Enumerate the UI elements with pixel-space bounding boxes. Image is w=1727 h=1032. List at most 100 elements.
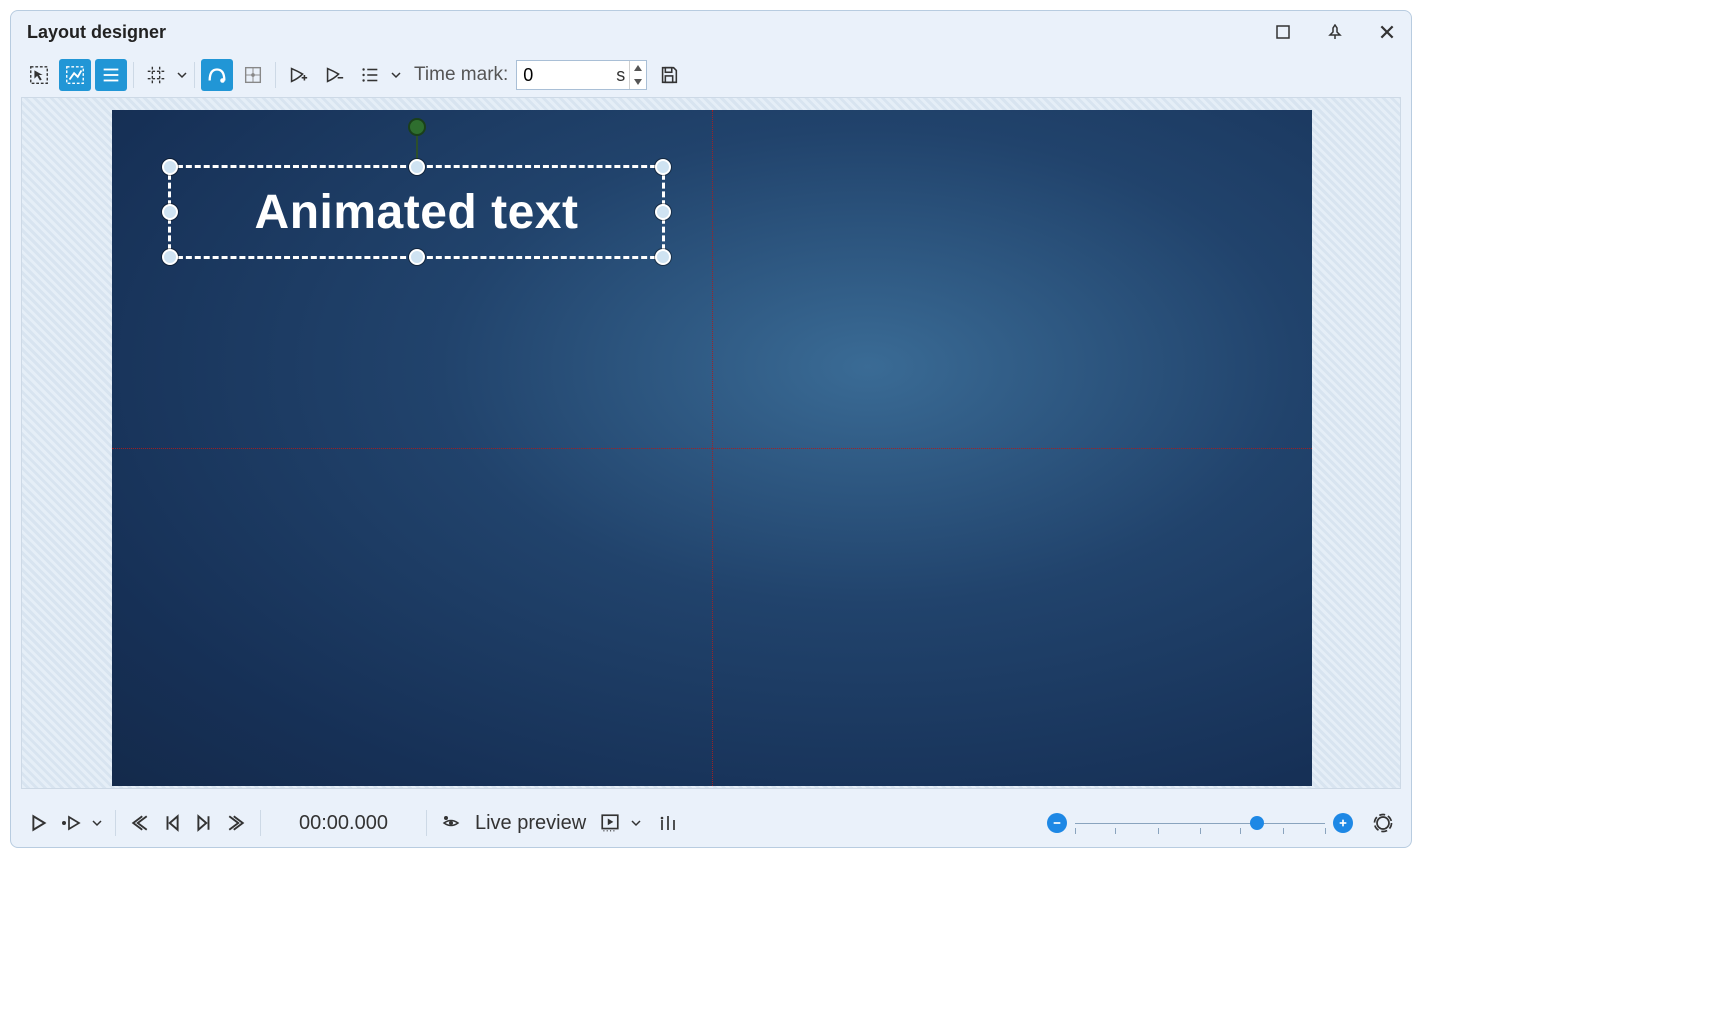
chevron-down-icon [630,817,642,829]
prev-frame-button[interactable] [158,809,186,837]
play-step-icon [60,815,82,831]
resize-handle-tr[interactable] [655,159,671,175]
titlebar-buttons [1271,20,1399,44]
goto-end-button[interactable] [222,809,250,837]
chevron-down-icon [176,69,188,81]
zoom-controls [1047,809,1397,837]
resize-handle-tm[interactable] [409,159,425,175]
toolbar: Time mark: s [11,53,1411,97]
goto-start-icon [131,814,149,832]
keyframe-remove-icon [323,64,345,86]
titlebar: Layout designer [11,11,1411,53]
list-icon [359,64,381,86]
zoom-tick [1115,828,1116,834]
resize-handle-mr[interactable] [655,204,671,220]
statusbar: 00:00.000 Live preview [11,799,1411,847]
next-frame-icon [195,814,213,832]
show-layers-button[interactable] [95,59,127,91]
zoom-out-button[interactable] [1047,813,1067,833]
resize-handle-ml[interactable] [162,204,178,220]
minus-icon [1052,818,1062,828]
curve-tool-button[interactable] [201,59,233,91]
time-mark-unit: s [612,65,629,86]
time-mark-input[interactable] [517,61,612,89]
chevron-down-icon [390,69,402,81]
save-icon [658,64,680,86]
time-mark-down[interactable] [630,75,646,89]
pin-icon [1327,24,1343,40]
time-mark-input-wrap: s [516,60,647,90]
preview-in-player-button[interactable] [596,809,624,837]
statusbar-separator [260,810,261,836]
live-preview-toggle-icon [442,814,460,832]
zoom-slider-track [1075,823,1325,824]
zoom-tick [1283,828,1284,834]
curve-icon [206,64,228,86]
zoom-tick [1200,828,1201,834]
play-step-button[interactable] [57,809,85,837]
workarea[interactable]: Animated text [21,97,1401,789]
statusbar-separator [115,810,116,836]
time-mark-label: Time mark: [414,64,508,86]
goto-start-button[interactable] [126,809,154,837]
caret-down-icon [634,79,642,85]
close-icon [1378,23,1396,41]
resize-handle-bm[interactable] [409,249,425,265]
preview-dropdown[interactable] [628,807,644,839]
layout-designer-window: Layout designer [10,10,1412,848]
caret-up-icon [634,65,642,71]
maximize-button[interactable] [1271,20,1295,44]
safe-margins-button[interactable] [59,59,91,91]
live-preview-toggle[interactable] [437,809,465,837]
snap-grid-button[interactable] [140,59,172,91]
rotation-handle[interactable] [408,118,426,136]
chevron-down-icon [91,817,103,829]
add-keyframe-button[interactable] [282,59,314,91]
guide-vertical [712,110,713,786]
zoom-slider[interactable] [1075,814,1325,832]
zoom-slider-handle[interactable] [1250,816,1264,830]
snap-grid-dropdown[interactable] [174,59,190,91]
statusbar-separator [426,810,427,836]
center-canvas-button[interactable] [237,59,269,91]
goto-end-icon [227,814,245,832]
safe-margins-icon [64,64,86,86]
maximize-icon [1275,24,1291,40]
keyframe-list-dropdown[interactable] [388,59,404,91]
toolbar-separator [275,62,276,88]
center-icon [242,64,264,86]
playback-controls: 00:00.000 Live preview [25,807,682,839]
zoom-in-button[interactable] [1333,813,1353,833]
time-mark-up[interactable] [630,61,646,75]
close-button[interactable] [1375,20,1399,44]
zoom-tick [1240,828,1241,834]
zoom-fit-button[interactable] [1369,809,1397,837]
zoom-fit-icon [1373,813,1393,833]
canvas[interactable]: Animated text [112,110,1312,786]
resize-handle-br[interactable] [655,249,671,265]
play-button[interactable] [25,809,53,837]
zoom-tick [1158,828,1159,834]
resize-handle-bl[interactable] [162,249,178,265]
play-icon [30,814,48,832]
keyframe-list-button[interactable] [354,59,386,91]
time-mark-spinner [629,61,646,89]
next-frame-button[interactable] [190,809,218,837]
audio-levels-button[interactable] [654,809,682,837]
live-preview-label: Live preview [475,812,586,835]
toolbar-separator [133,62,134,88]
play-mode-dropdown[interactable] [89,807,105,839]
grid-icon [145,64,167,86]
zoom-tick [1325,828,1326,834]
select-tool-button[interactable] [23,59,55,91]
resize-handle-tl[interactable] [162,159,178,175]
layers-lines-icon [100,64,122,86]
prev-frame-icon [163,814,181,832]
remove-keyframe-button[interactable] [318,59,350,91]
save-button[interactable] [653,59,685,91]
pin-button[interactable] [1323,20,1347,44]
window-title: Layout designer [27,22,166,43]
selected-element[interactable]: Animated text [168,165,665,259]
player-icon [600,813,620,833]
selection-icon [28,64,50,86]
